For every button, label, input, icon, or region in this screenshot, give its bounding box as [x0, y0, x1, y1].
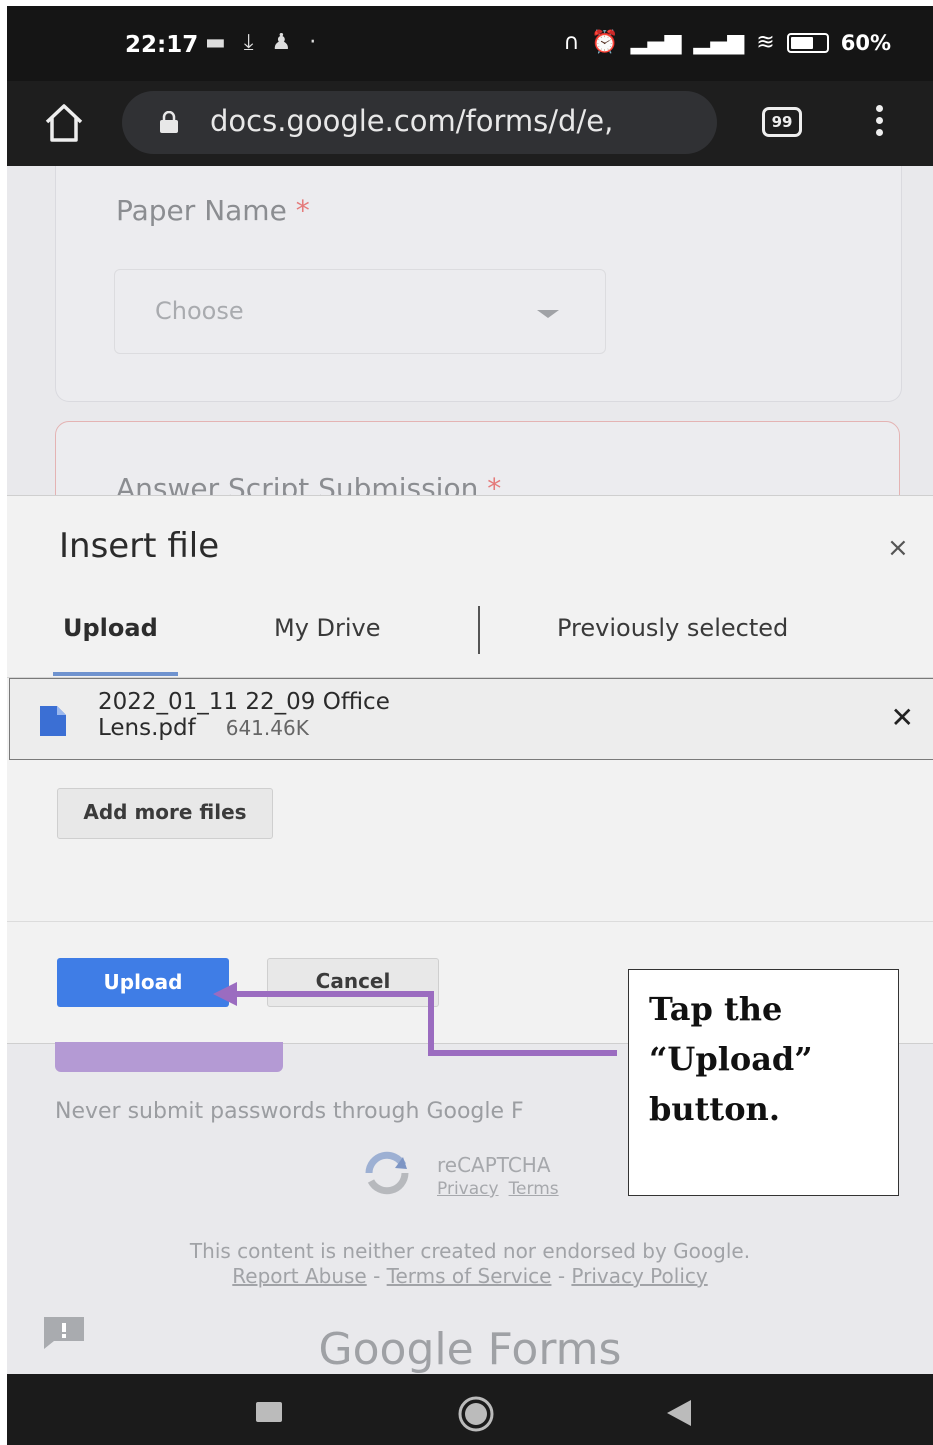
signal-icon: ▂▄▆: [630, 30, 682, 55]
close-icon[interactable]: ×: [887, 533, 909, 563]
phone-screen: 22:17 ▬ ⤓ ♟ · ∩ ⏰ ▂▄▆ ▂▄▆ ≋ 60% docs.goo…: [7, 6, 933, 1445]
dropdown-placeholder: Choose: [155, 297, 244, 325]
recaptcha-privacy-link[interactable]: Privacy: [437, 1179, 499, 1199]
question-card-paper-name: Paper Name * Choose: [55, 166, 902, 402]
privacy-policy-link[interactable]: Privacy Policy: [571, 1264, 707, 1288]
upload-button[interactable]: Upload: [57, 958, 229, 1007]
cancel-button[interactable]: Cancel: [267, 958, 439, 1007]
headphones-icon: ∩: [563, 30, 580, 55]
navigation-bar: [7, 1374, 933, 1445]
password-warning: Never submit passwords through Google F: [55, 1099, 524, 1124]
status-bar: 22:17 ▬ ⤓ ♟ · ∩ ⏰ ▂▄▆ ▂▄▆ ≋ 60%: [7, 6, 933, 81]
insert-file-dialog: Insert file × Upload My Drive Previously…: [7, 495, 933, 1044]
signal-icon: ▂▄▆: [693, 30, 745, 55]
dialog-title: Insert file: [59, 526, 220, 566]
home-icon[interactable]: [41, 100, 87, 146]
tab-my-drive[interactable]: My Drive: [274, 614, 381, 642]
browser-toolbar: docs.google.com/forms/d/e, 99: [7, 81, 933, 166]
footer-links: Report Abuse - Terms of Service - Privac…: [232, 1264, 708, 1288]
recaptcha-label: reCAPTCHA: [437, 1153, 551, 1177]
tab-divider: [478, 606, 480, 654]
question-title: Paper Name *: [116, 194, 310, 227]
paper-name-dropdown[interactable]: Choose: [114, 269, 606, 354]
status-time: 22:17: [125, 32, 199, 58]
overflow-menu-icon[interactable]: [867, 101, 891, 145]
active-tab-indicator: [53, 672, 178, 676]
lock-icon: [160, 111, 178, 133]
url-text: docs.google.com/forms/d/e,: [210, 104, 614, 138]
battery-icon: [786, 32, 829, 53]
battery-percent: 60%: [840, 30, 891, 55]
tab-switcher-button[interactable]: 99: [762, 107, 802, 137]
remove-file-icon[interactable]: ✕: [891, 701, 914, 734]
dropdown-arrow-icon: [537, 310, 559, 318]
download-icon: ⤓: [243, 30, 254, 55]
selected-file-row: 2022_01_11 22_09 Office Lens.pdf 641.46K …: [9, 678, 933, 760]
alarm-icon: ⏰: [591, 30, 619, 55]
instruction-callout: Tap the “Upload” button.: [628, 969, 899, 1196]
recents-icon[interactable]: [256, 1402, 282, 1422]
recaptcha-icon: [365, 1151, 409, 1195]
report-abuse-link[interactable]: Report Abuse: [232, 1264, 366, 1288]
file-size: 641.46K: [225, 716, 309, 740]
address-bar[interactable]: docs.google.com/forms/d/e,: [122, 91, 717, 154]
recaptcha-terms-link[interactable]: Terms: [509, 1179, 559, 1199]
submit-button[interactable]: [55, 1042, 283, 1072]
document-icon: [40, 706, 66, 736]
add-more-files-button[interactable]: Add more files: [57, 788, 273, 839]
wifi-icon: ≋: [756, 30, 775, 55]
dot-icon: ·: [309, 30, 317, 55]
person-icon: ♟: [271, 30, 292, 55]
home-nav-icon[interactable]: [456, 1394, 496, 1434]
tab-upload[interactable]: Upload: [63, 614, 158, 642]
message-icon: ▬: [205, 30, 226, 55]
terms-of-service-link[interactable]: Terms of Service: [387, 1264, 552, 1288]
back-icon[interactable]: [667, 1400, 691, 1426]
file-name: 2022_01_11 22_09 Office Lens.pdf 641.46K: [98, 689, 390, 741]
disclaimer-text: This content is neither created nor endo…: [189, 1239, 751, 1263]
google-forms-logo: Google Forms: [318, 1324, 622, 1375]
tab-previously-selected[interactable]: Previously selected: [557, 614, 788, 642]
